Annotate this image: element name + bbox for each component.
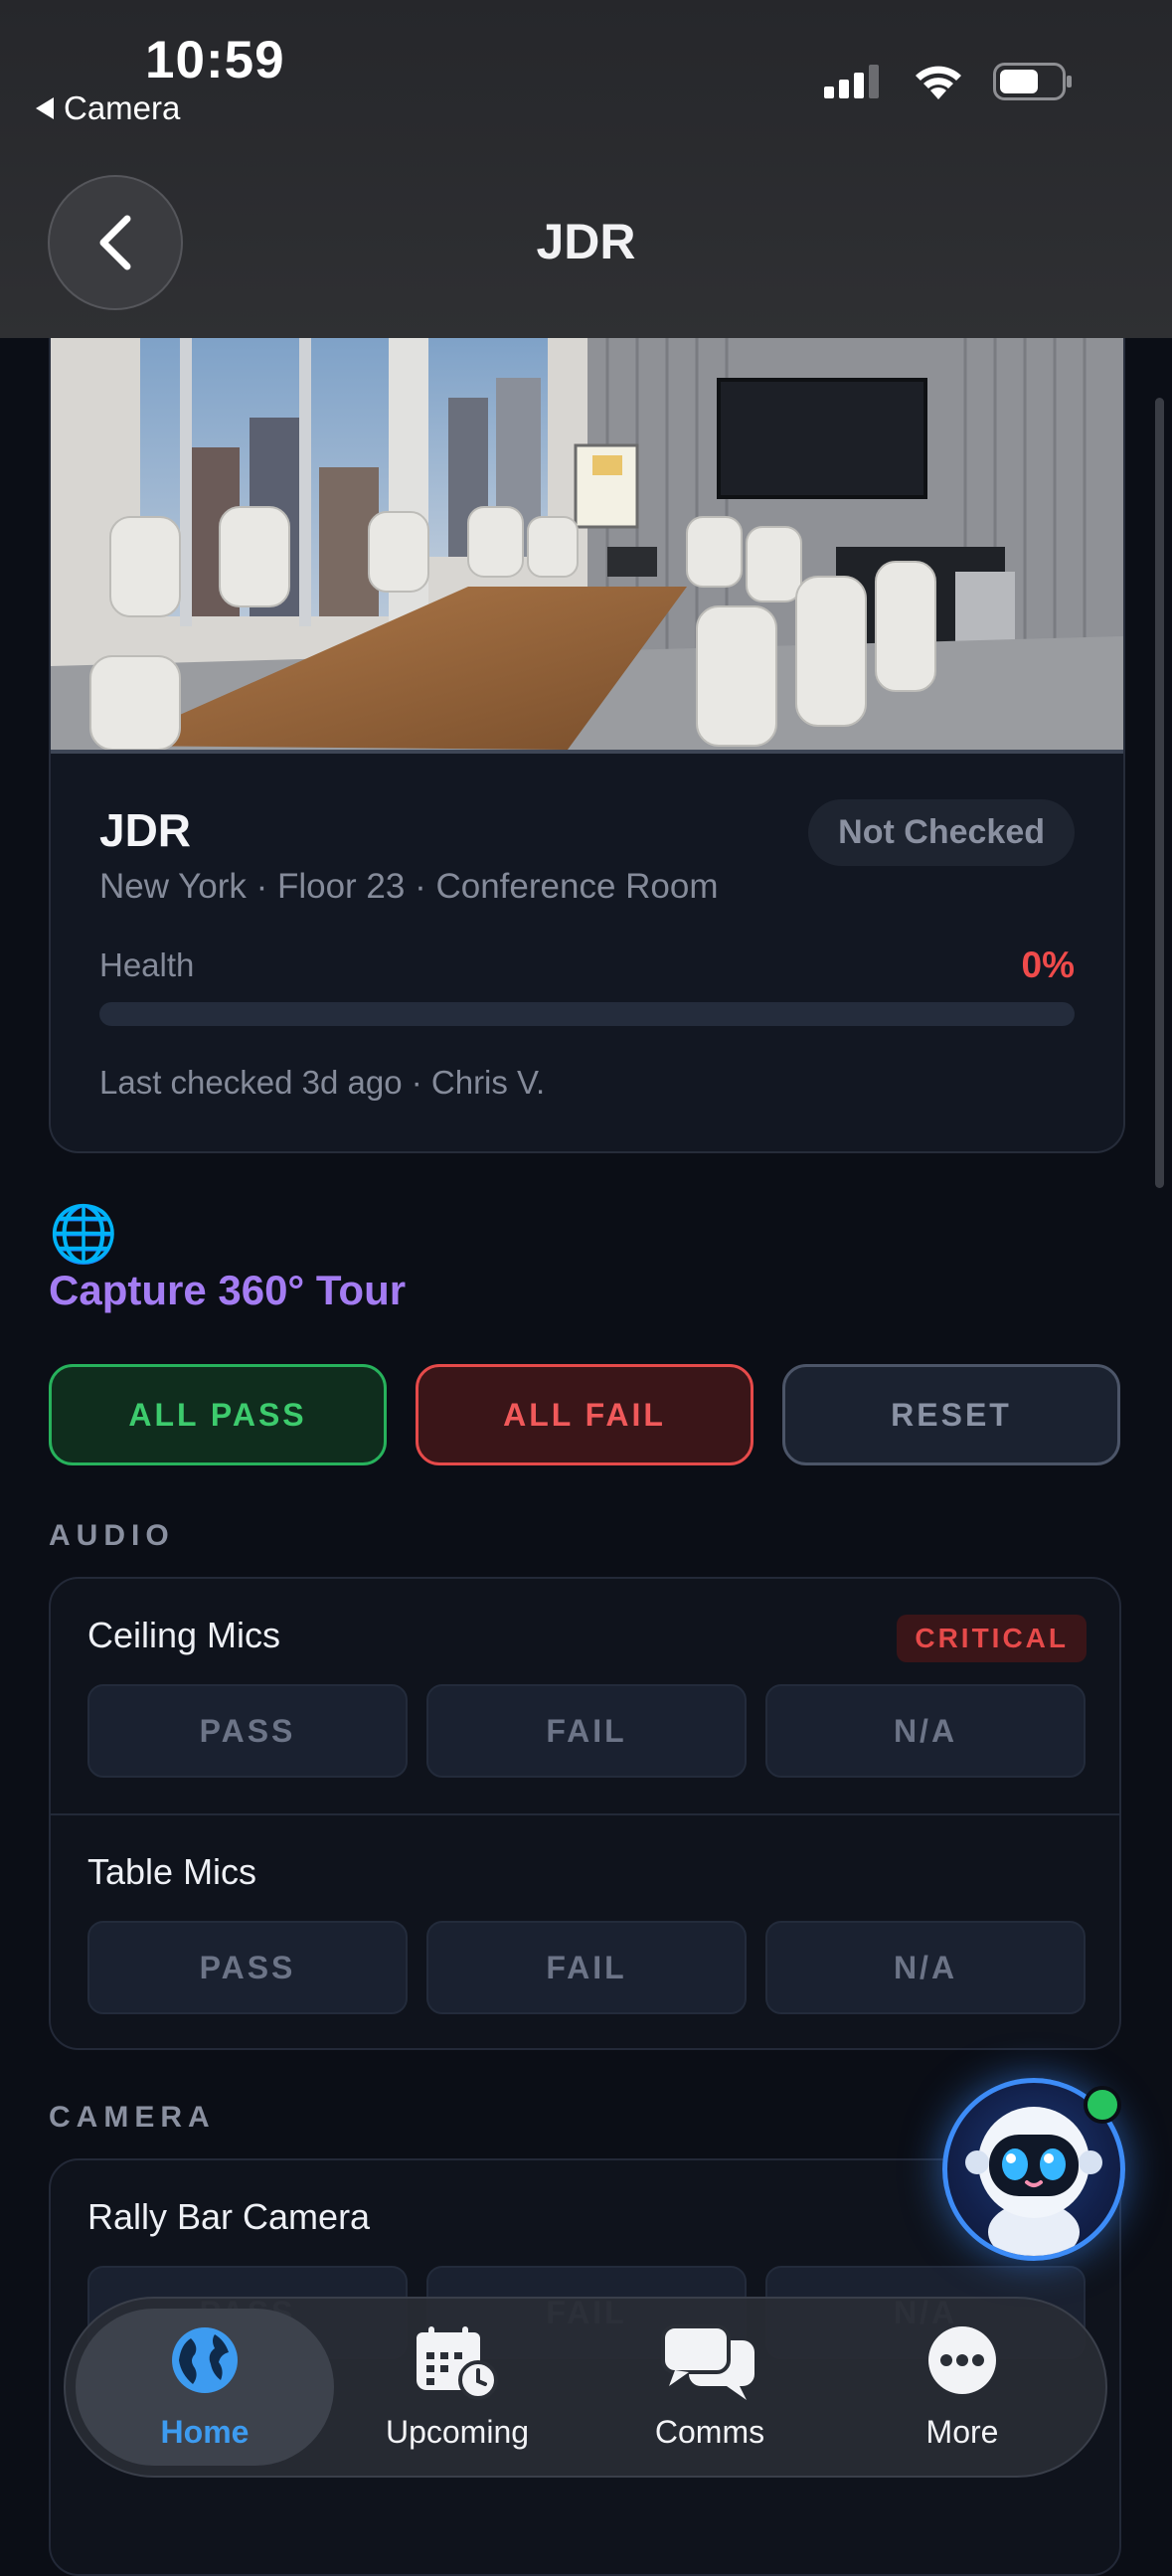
fail-button[interactable]: FAIL — [426, 1684, 747, 1778]
item-title: Table Mics — [87, 1851, 257, 1892]
tab-upcoming[interactable]: Upcoming — [328, 2309, 586, 2466]
health-progress-bar — [99, 1002, 1075, 1026]
section-label-camera: CAMERA — [49, 2101, 216, 2134]
status-icons — [824, 62, 1073, 101]
page-title: JDR — [536, 214, 636, 269]
tab-label: Home — [160, 2414, 250, 2450]
battery-icon — [993, 63, 1072, 100]
tab-comms[interactable]: Comms — [581, 2309, 839, 2466]
back-app-label: Camera — [64, 89, 181, 126]
tab-label: Upcoming — [385, 2414, 530, 2450]
tab-more[interactable]: More — [833, 2309, 1091, 2466]
tab-home[interactable]: Home — [76, 2309, 334, 2466]
checklist-item: Ceiling Mics CRITICAL PASS FAIL N/A — [51, 1579, 1119, 1813]
room-name: JDR — [99, 804, 192, 856]
tab-label: Comms — [654, 2414, 765, 2450]
reset-button[interactable]: RESET — [782, 1364, 1120, 1465]
status-time: 10:59 — [145, 31, 285, 89]
all-pass-button[interactable]: ALL PASS — [49, 1364, 387, 1465]
more-dots-icon — [928, 2326, 996, 2394]
chat-bubbles-icon — [661, 2324, 754, 2400]
item-title: Rally Bar Camera — [87, 2196, 371, 2237]
status-badge: Not Checked — [808, 799, 1075, 866]
conference-room-image — [51, 338, 1123, 751]
fail-button[interactable]: FAIL — [426, 1921, 747, 2014]
calendar-clock-icon — [417, 2326, 498, 2400]
wifi-icon — [916, 66, 961, 99]
audio-checklist: Ceiling Mics CRITICAL PASS FAIL N/A Tabl… — [49, 1577, 1121, 2050]
back-to-app-link[interactable]: Camera — [36, 89, 180, 127]
health-value: 0% — [1021, 945, 1075, 985]
top-bar: 10:59 Camera JDR — [0, 0, 1172, 338]
na-button[interactable]: N/A — [765, 1921, 1086, 2014]
na-button[interactable]: N/A — [765, 1684, 1086, 1778]
tab-label: More — [925, 2414, 999, 2450]
room-location: New York · Floor 23 · Conference Room — [99, 867, 719, 906]
last-checked-text: Last checked 3d ago · Chris V. — [99, 1064, 546, 1101]
checklist-item: Table Mics PASS FAIL N/A — [51, 1815, 1119, 2048]
online-status-dot — [1084, 2086, 1121, 2124]
item-title: Ceiling Mics — [87, 1615, 281, 1655]
capture-360-tour-link[interactable]: Capture 360° Tour — [49, 1267, 406, 1314]
globe-icon[interactable]: 🌐 — [49, 1203, 118, 1265]
section-label-audio: AUDIO — [49, 1519, 175, 1552]
pass-button[interactable]: PASS — [87, 1921, 408, 2014]
tab-bar: Home Upcoming Comms More — [64, 2297, 1107, 2478]
cellular-signal-icon — [824, 65, 879, 98]
back-triangle-icon — [36, 97, 54, 119]
room-photo — [51, 338, 1123, 754]
room-card: JDR Not Checked New York · Floor 23 · Co… — [49, 338, 1125, 1153]
scroll-indicator[interactable] — [1155, 398, 1164, 1188]
globe-icon — [172, 2327, 238, 2393]
all-fail-button[interactable]: ALL FAIL — [416, 1364, 753, 1465]
health-label: Health — [99, 946, 195, 983]
critical-badge: CRITICAL — [897, 1615, 1087, 1662]
pass-button[interactable]: PASS — [87, 1684, 408, 1778]
